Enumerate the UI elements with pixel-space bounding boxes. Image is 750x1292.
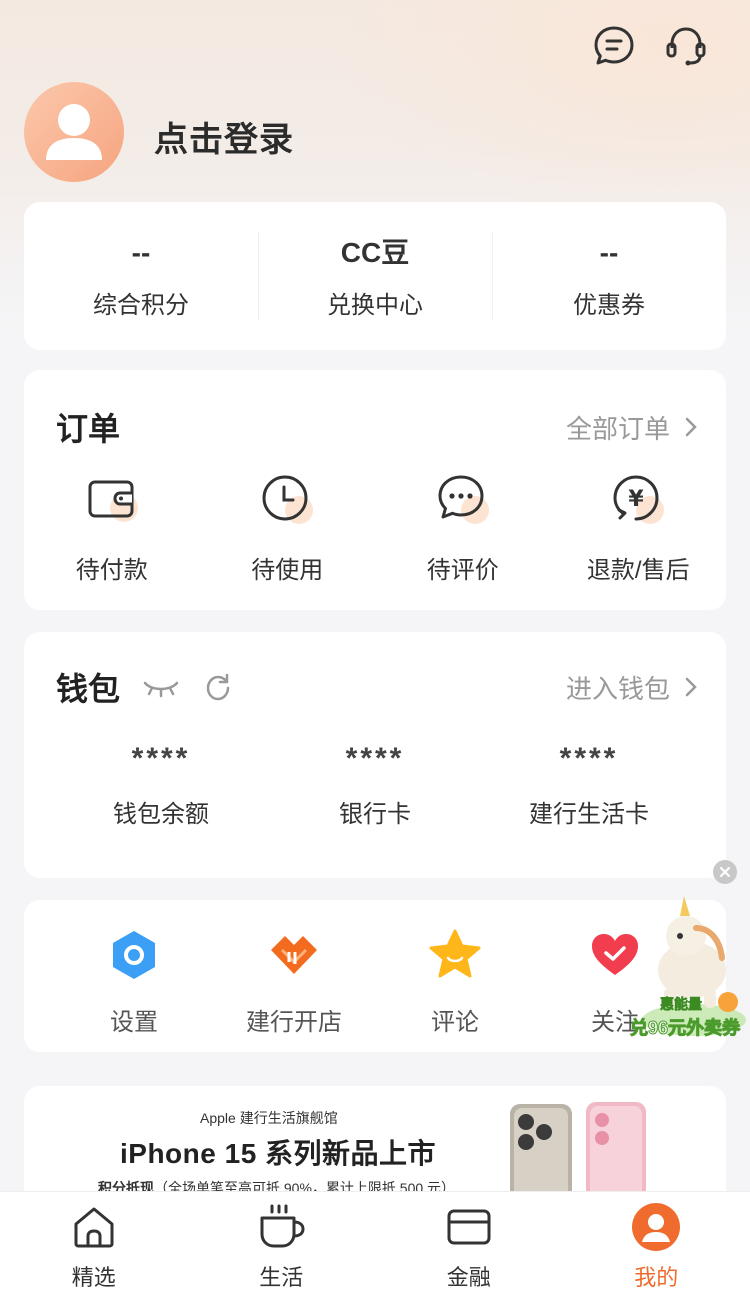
- tab-label: 我的: [634, 1265, 679, 1290]
- chevron-right-icon: [685, 417, 697, 437]
- tool-settings[interactable]: 设置: [54, 928, 214, 1037]
- cup-icon: [260, 1204, 305, 1248]
- stat-exchange[interactable]: CC豆 兑换中心: [258, 202, 492, 350]
- order-refund[interactable]: ¥ 退款/售后: [551, 470, 727, 585]
- order-label: 待评价: [426, 557, 499, 584]
- shop-icon: [271, 936, 317, 974]
- enter-wallet-label: 进入钱包: [565, 673, 670, 704]
- stat-label: 兑换中心: [327, 291, 423, 319]
- refund-icon: ¥: [613, 475, 665, 524]
- wallet-life-card[interactable]: **** 建行生活卡: [482, 742, 696, 829]
- chat-icon: [438, 475, 489, 524]
- card-icon: [447, 1209, 491, 1245]
- tab-finance[interactable]: 金融: [375, 1192, 563, 1292]
- bottom-tab-bar: 精选 生活 金融 我的: [0, 1192, 750, 1292]
- home-icon: [74, 1207, 114, 1248]
- all-orders-link[interactable]: 全部订单: [566, 409, 698, 446]
- all-orders-label: 全部订单: [565, 413, 670, 444]
- chevron-right-icon: [685, 677, 697, 697]
- stat-value: --: [131, 236, 151, 268]
- stat-value: CC豆: [340, 236, 410, 268]
- tab-life[interactable]: 生活: [188, 1192, 376, 1292]
- order-label: 待使用: [251, 557, 324, 584]
- tab-mine[interactable]: 我的: [563, 1192, 750, 1292]
- star-icon: [429, 929, 481, 978]
- tab-label: 金融: [446, 1265, 491, 1290]
- tab-label: 生活: [259, 1265, 304, 1290]
- float-ad-text: 兑96元外卖券: [629, 1018, 741, 1039]
- tab-featured[interactable]: 精选: [0, 1192, 188, 1292]
- wallet-title: 钱包: [56, 671, 121, 707]
- tool-label: 建行开店: [246, 1009, 342, 1036]
- tool-label: 评论: [431, 1009, 479, 1036]
- order-pending-payment[interactable]: 待付款: [24, 470, 200, 585]
- login-link[interactable]: 点击登录: [154, 112, 294, 161]
- refresh-icon[interactable]: [202, 671, 234, 703]
- float-ad-top-text: 惠能量: [660, 996, 703, 1013]
- wallet-card: 钱包 进入钱包 **** 钱包余额 **** 银行卡 **** 建行生活卡: [24, 632, 726, 878]
- orders-title: 订单: [56, 411, 121, 447]
- wallet-label: 银行卡: [339, 801, 411, 828]
- order-to-review[interactable]: 待评价: [375, 470, 551, 585]
- orders-card: 订单 全部订单 待付款 待使用 待评价 ¥ 退款/售后: [24, 370, 726, 610]
- settings-icon: [113, 931, 155, 979]
- svg-text:¥: ¥: [629, 487, 645, 512]
- tool-label: 设置: [110, 1009, 158, 1036]
- wallet-label: 建行生活卡: [529, 801, 649, 828]
- stat-label: 综合积分: [93, 291, 189, 319]
- headset-icon[interactable]: [662, 22, 710, 70]
- wallet-bank-card[interactable]: **** 银行卡: [268, 742, 482, 829]
- message-icon[interactable]: [590, 22, 638, 70]
- hide-eye-icon[interactable]: [142, 675, 180, 699]
- banner-subtitle: Apple 建行生活旗舰馆: [200, 1110, 338, 1126]
- profile-icon: [632, 1203, 681, 1251]
- stats-card: -- 综合积分 CC豆 兑换中心 -- 优惠券: [24, 202, 726, 350]
- wallet-value: ****: [345, 742, 405, 775]
- wallet-balance[interactable]: **** 钱包余额: [54, 742, 268, 829]
- banner-title: iPhone 15 系列新品上市: [120, 1138, 437, 1169]
- wallet-icon: [88, 480, 138, 522]
- wallet-value: ****: [131, 742, 191, 775]
- stat-points[interactable]: -- 综合积分: [24, 202, 258, 350]
- stat-value: --: [599, 236, 619, 268]
- close-icon[interactable]: [713, 860, 737, 884]
- stat-label: 优惠券: [573, 291, 645, 319]
- wallet-label: 钱包余额: [113, 801, 209, 828]
- order-to-use[interactable]: 待使用: [200, 470, 376, 585]
- avatar[interactable]: [24, 82, 124, 182]
- clock-icon: [262, 475, 314, 524]
- order-label: 待付款: [75, 557, 148, 584]
- enter-wallet-link[interactable]: 进入钱包: [566, 669, 698, 706]
- stat-coupons[interactable]: -- 优惠券: [492, 202, 726, 350]
- order-label: 退款/售后: [586, 557, 690, 584]
- wallet-value: ****: [559, 742, 619, 775]
- tool-open-shop[interactable]: 建行开店: [214, 928, 374, 1037]
- tools-card: 设置 建行开店 评论 关注: [24, 900, 726, 1052]
- tool-comments[interactable]: 评论: [375, 928, 535, 1037]
- tab-label: 精选: [71, 1265, 116, 1290]
